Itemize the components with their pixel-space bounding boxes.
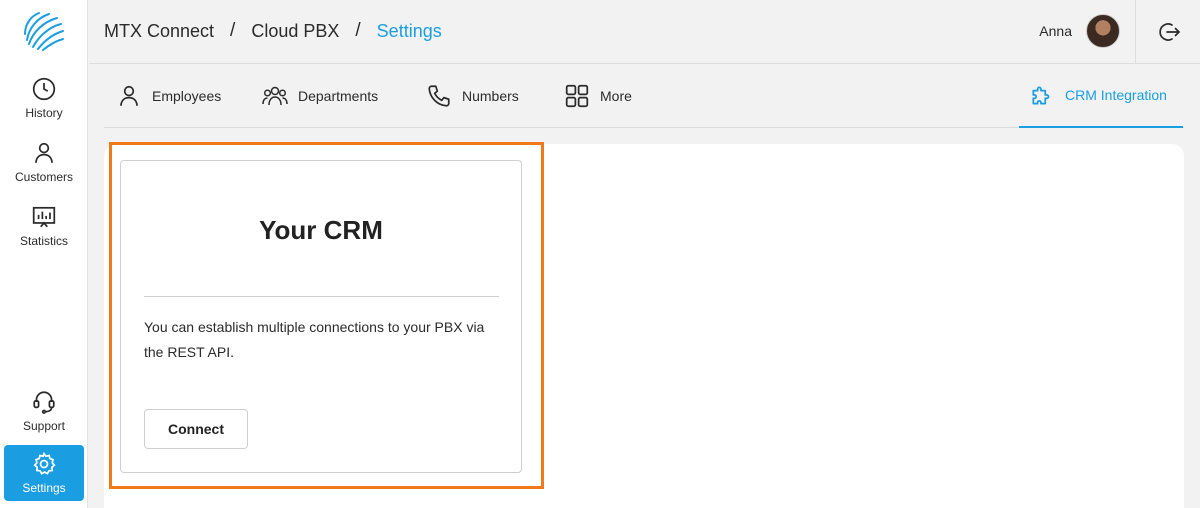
breadcrumb-separator: / (230, 20, 236, 41)
sidebar-item-support[interactable]: Support (4, 383, 84, 439)
tab-departments[interactable]: Departments (262, 64, 378, 128)
header-divider (1135, 0, 1136, 64)
person-icon (120, 85, 138, 106)
sidebar-item-label: History (25, 106, 63, 120)
tab-label: Departments (298, 88, 379, 104)
app-logo[interactable] (21, 10, 65, 54)
person-icon (35, 142, 53, 163)
avatar[interactable] (1086, 14, 1120, 48)
tab-label: Employees (152, 88, 222, 104)
top-header: MTX Connect / Cloud PBX / Settings Anna (89, 0, 1200, 64)
card-divider (144, 296, 499, 297)
people-icon (262, 86, 288, 106)
chart-icon (32, 206, 56, 228)
logout-icon[interactable] (1158, 20, 1182, 44)
tab-more[interactable]: More (564, 64, 632, 128)
breadcrumb-item-mtx-connect[interactable]: MTX Connect (104, 21, 214, 42)
user-menu[interactable]: Anna (1039, 14, 1120, 48)
user-name: Anna (1039, 23, 1072, 39)
sidebar-item-settings[interactable]: Settings (4, 445, 84, 501)
tab-numbers[interactable]: Numbers (426, 64, 519, 128)
breadcrumb: MTX Connect / Cloud PBX / Settings (104, 20, 442, 42)
tab-label: Numbers (462, 88, 519, 104)
tab-label: More (600, 88, 632, 104)
grid-icon (565, 84, 589, 108)
tab-label: CRM Integration (1065, 87, 1167, 103)
tab-crm-integration[interactable]: CRM Integration (1019, 64, 1183, 128)
sidebar-item-statistics[interactable]: Statistics (4, 198, 84, 254)
tab-employees[interactable]: Employees (116, 64, 221, 128)
breadcrumb-item-settings: Settings (376, 20, 442, 41)
crm-card: Your CRM You can establish multiple conn… (120, 160, 522, 473)
phone-icon (428, 85, 450, 107)
breadcrumb-item-cloud-pbx[interactable]: Cloud PBX (251, 21, 339, 42)
puzzle-icon (1032, 86, 1050, 105)
sidebar-item-customers[interactable]: Customers (4, 134, 84, 190)
gear-icon (33, 451, 56, 475)
sidebar-item-label: Support (22, 419, 66, 433)
sidebar-item-label: Customers (14, 170, 73, 184)
breadcrumb-separator: / (355, 20, 361, 41)
settings-tabs: Employees Departments Numbers More CRM I… (104, 64, 1184, 128)
sidebar: History Customers Statistics Support Set… (0, 0, 88, 508)
headset-icon (33, 391, 55, 414)
card-description: You can establish multiple connections t… (144, 319, 485, 360)
sidebar-item-history[interactable]: History (4, 70, 84, 126)
sidebar-item-label: Settings (22, 481, 66, 495)
card-title: Your CRM (259, 215, 383, 245)
clock-icon (32, 77, 56, 101)
sidebar-item-label: Statistics (19, 234, 68, 248)
connect-button[interactable]: Connect (144, 409, 248, 449)
